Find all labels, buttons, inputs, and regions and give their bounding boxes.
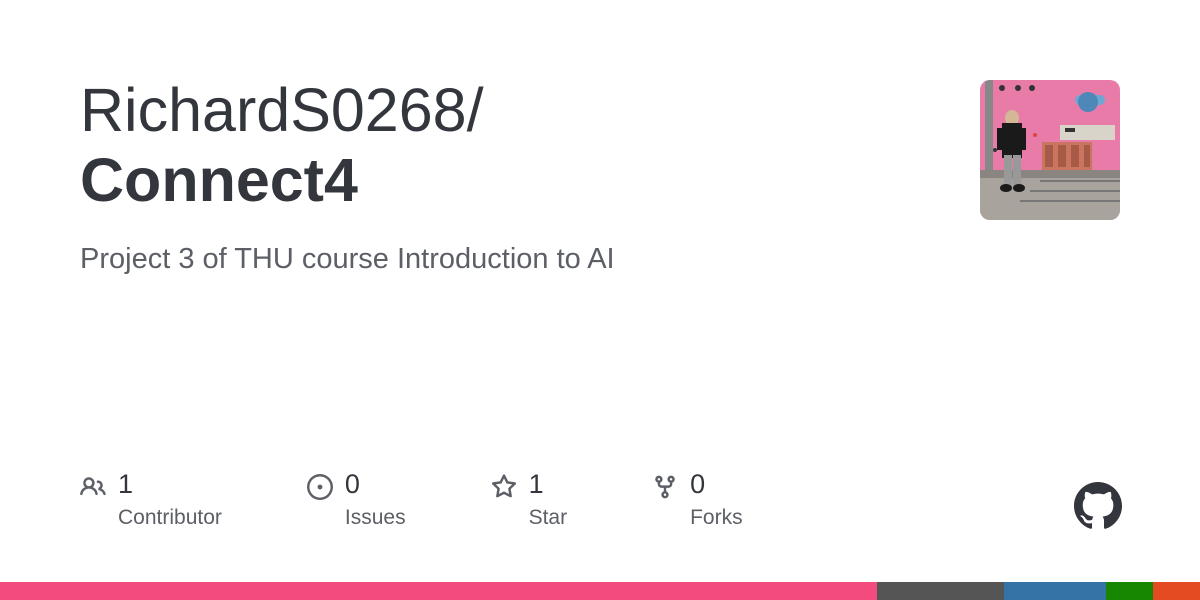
stat-forks[interactable]: 0 Forks	[652, 470, 743, 530]
repo-name[interactable]: Connect4	[80, 146, 358, 214]
github-logo-icon[interactable]	[1074, 482, 1122, 535]
stats-row: 1 Contributor 0 Issues 1 Star	[80, 470, 743, 530]
language-bar-segment	[0, 582, 877, 600]
stat-issues[interactable]: 0 Issues	[307, 470, 406, 530]
star-icon	[491, 474, 517, 505]
repo-owner[interactable]: RichardS0268	[80, 76, 467, 144]
stat-issues-label: Issues	[345, 506, 406, 530]
language-bar-segment	[1004, 582, 1106, 600]
avatar[interactable]	[980, 80, 1120, 220]
stat-forks-label: Forks	[690, 506, 743, 530]
language-color-bar	[0, 582, 1200, 600]
repo-title: RichardS0268/ Connect4	[80, 75, 980, 215]
stat-stars-value: 1	[529, 470, 568, 500]
stat-contributors[interactable]: 1 Contributor	[80, 470, 222, 530]
stat-issues-value: 0	[345, 470, 406, 500]
repo-description: Project 3 of THU course Introduction to …	[80, 243, 980, 276]
stat-forks-value: 0	[690, 470, 743, 500]
stat-contributors-label: Contributor	[118, 506, 222, 530]
fork-icon	[652, 474, 678, 505]
stat-stars[interactable]: 1 Star	[491, 470, 568, 530]
language-bar-segment	[1153, 582, 1200, 600]
language-bar-segment	[877, 582, 1004, 600]
repo-separator: /	[467, 76, 484, 144]
people-icon	[80, 474, 106, 505]
stat-contributors-value: 1	[118, 470, 222, 500]
stat-stars-label: Star	[529, 506, 568, 530]
language-bar-segment	[1106, 582, 1153, 600]
issue-icon	[307, 474, 333, 505]
